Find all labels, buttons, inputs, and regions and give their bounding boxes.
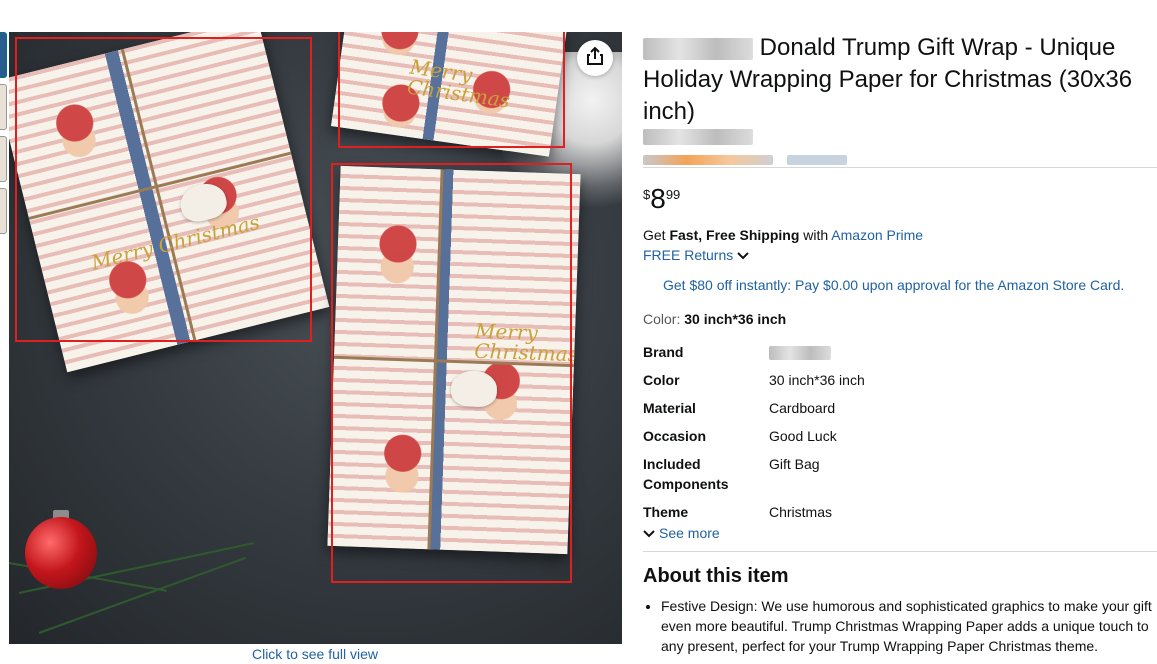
thumbnail-4[interactable]	[0, 188, 7, 234]
store-link[interactable]	[643, 128, 753, 146]
annotation-box-1	[15, 37, 312, 342]
rating-count-blur	[787, 154, 848, 165]
brand-blur	[643, 37, 753, 60]
christmas-ornament	[25, 517, 97, 589]
price-whole: 8	[650, 183, 666, 214]
spec-value	[769, 342, 865, 370]
spec-value: Christmas	[769, 504, 833, 520]
price-fraction: 99	[665, 187, 681, 202]
color-label: Color:	[643, 311, 685, 327]
shipping-info: Get Fast, Free Shipping with Amazon Prim…	[643, 227, 923, 243]
full-view-link[interactable]: Click to see full view	[230, 646, 400, 662]
spec-value: 30 inch*36 inch	[769, 372, 865, 388]
shipping-get: Get	[643, 227, 670, 243]
spec-row: Occasion Good Luck	[643, 426, 865, 454]
rating-blur	[643, 154, 773, 165]
store-card-offer[interactable]: Get $80 off instantly: Pay $0.00 upon ap…	[663, 277, 1124, 293]
about-heading: About this item	[643, 565, 789, 587]
spec-value: Gift Bag	[769, 456, 820, 472]
selected-color: Color: 30 inch*36 inch	[643, 311, 786, 327]
spec-key: Occasion	[643, 428, 707, 444]
share-button[interactable]	[577, 40, 613, 76]
thumbnail-2[interactable]	[0, 84, 7, 130]
spec-row: Brand	[643, 342, 865, 370]
spec-key: Material	[643, 400, 696, 416]
product-title: Donald Trump Gift Wrap - Unique Holiday …	[643, 32, 1155, 128]
chevron-down-icon	[737, 247, 749, 263]
price-symbol: $	[643, 187, 651, 202]
spec-value: Good Luck	[769, 428, 837, 444]
divider	[643, 167, 1157, 168]
spec-row: Material Cardboard	[643, 398, 865, 426]
product-details: Donald Trump Gift Wrap - Unique Holiday …	[643, 32, 1155, 128]
prime-link[interactable]: Amazon Prime	[831, 227, 923, 243]
spec-key: Brand	[643, 344, 684, 360]
shipping-with: with	[799, 227, 832, 243]
spec-value: Cardboard	[769, 400, 836, 416]
thumbnail-strip	[0, 32, 8, 240]
product-image[interactable]: Merry Christmas Merry Christmas Merry Ch…	[9, 32, 622, 644]
spec-row: Included Components Gift Bag	[643, 454, 865, 502]
spec-table: Brand Color 30 inch*36 inch Material Car…	[643, 342, 865, 530]
thumbnail-1[interactable]	[0, 32, 7, 78]
spec-key: Included Components	[643, 456, 729, 492]
color-value: 30 inch*36 inch	[684, 311, 787, 327]
annotation-box-3	[331, 163, 572, 583]
shipping-fast-free: Fast, Free Shipping	[669, 227, 800, 243]
divider	[643, 551, 1157, 552]
price: $ 8 99	[643, 184, 680, 214]
spec-row: Color 30 inch*36 inch	[643, 370, 865, 398]
store-blur	[643, 128, 753, 145]
spec-key: Color	[643, 372, 680, 388]
thumbnail-3[interactable]	[0, 136, 7, 182]
brand-value-blur	[769, 346, 831, 361]
chevron-down-icon	[643, 525, 655, 541]
see-more-label: See more	[659, 525, 720, 541]
about-bullet: Festive Design: We use humorous and soph…	[661, 596, 1157, 656]
free-returns-label: FREE Returns	[643, 247, 734, 263]
annotation-box-2	[338, 32, 565, 148]
free-returns-link[interactable]: FREE Returns	[643, 247, 749, 263]
about-list: Festive Design: We use humorous and soph…	[643, 596, 1157, 656]
see-more-button[interactable]: See more	[643, 525, 720, 541]
share-icon	[586, 46, 604, 71]
